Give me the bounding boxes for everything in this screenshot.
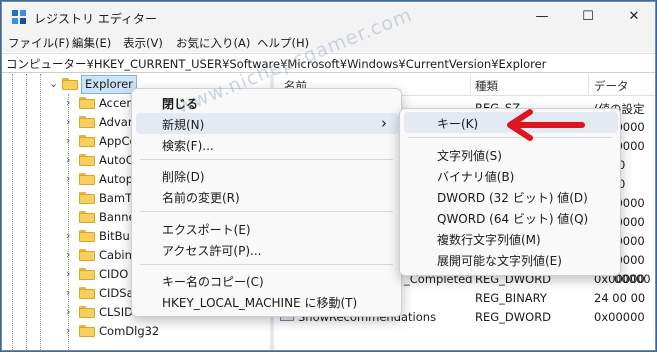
chevron-right-icon[interactable]: › <box>66 134 70 147</box>
tree-item[interactable]: › ComDlg32 <box>2 322 270 341</box>
menu-favorites[interactable]: お気に入り(A) <box>176 35 250 51</box>
tree-item-label[interactable]: CIDO <box>99 267 128 281</box>
column-divider[interactable] <box>588 74 589 96</box>
menu-item-label: QWORD (64 ビット) 値(Q) <box>437 212 589 226</box>
tree-item-label[interactable]: BitBu <box>99 229 130 243</box>
menu-item-delete[interactable]: 削除(D) <box>132 165 401 186</box>
tree-item-label[interactable]: ComDlg32 <box>99 324 159 338</box>
menu-item-label: 新規(N) <box>162 118 205 132</box>
row-data: 24 00 00 <box>594 291 646 305</box>
folder-icon <box>79 306 95 318</box>
submenu-item-string[interactable]: 文字列値(S) <box>400 144 620 165</box>
folder-icon <box>79 173 95 185</box>
submenu-item-qword[interactable]: QWORD (64 ビット) 値(Q) <box>400 207 620 228</box>
folder-icon <box>79 230 95 242</box>
tree-item-label[interactable]: CIDSa <box>99 286 134 300</box>
submenu-item-dword[interactable]: DWORD (32 ビット) 値(D) <box>400 186 620 207</box>
menu-item-label: 展開可能な文字列値(E) <box>437 254 562 268</box>
column-divider[interactable] <box>470 74 471 96</box>
row-type: REG_DWORD <box>475 310 552 324</box>
menu-edit[interactable]: 編集(E) <box>72 35 111 51</box>
menu-item-label: 閉じる <box>162 97 199 111</box>
menu-separator <box>140 264 393 265</box>
tree-item-label[interactable]: Accen <box>99 96 134 110</box>
tree-item-label[interactable]: BamT <box>99 191 132 205</box>
maximize-button[interactable]: ☐ <box>565 2 611 32</box>
chevron-right-icon[interactable]: › <box>66 267 70 280</box>
menu-item-label: 複数行文字列値(M) <box>437 233 541 247</box>
chevron-right-icon[interactable]: › <box>66 286 70 299</box>
context-menu: 閉じる 新規(N) › 検索(F)... 削除(D) 名前の変更(R) エクスポ… <box>131 88 402 317</box>
tree-item-label[interactable]: Advan <box>99 115 135 129</box>
menu-item-label: アクセス許可(P)... <box>162 244 262 258</box>
window-title: レジストリ エディター <box>34 12 157 26</box>
menu-item-permissions[interactable]: アクセス許可(P)... <box>132 239 401 260</box>
folder-icon <box>79 135 95 147</box>
tree-item-label[interactable]: Autop <box>99 172 133 186</box>
folder-icon <box>79 268 95 280</box>
menu-item-new[interactable]: 新規(N) › <box>136 113 399 134</box>
menu-item-export[interactable]: エクスポート(E) <box>132 218 401 239</box>
folder-icon <box>79 154 95 166</box>
menu-help[interactable]: ヘルプ(H) <box>257 35 309 51</box>
chevron-right-icon[interactable]: › <box>66 324 70 337</box>
menu-item-label: エクスポート(E) <box>162 223 251 237</box>
menu-item-label: 検索(F)... <box>162 139 214 153</box>
menu-separator <box>140 211 393 212</box>
menu-item-label: バイナリ値(B) <box>437 170 515 184</box>
submenu-item-binary[interactable]: バイナリ値(B) <box>400 165 620 186</box>
menu-item-label: 文字列値(S) <box>437 149 502 163</box>
menu-item-rename[interactable]: 名前の変更(R) <box>132 186 401 207</box>
chevron-right-icon[interactable]: › <box>66 172 70 185</box>
title-bar: レジストリ エディター — ☐ ✕ <box>2 2 655 32</box>
row-type: REG_BINARY <box>475 291 547 305</box>
chevron-right-icon[interactable]: › <box>66 115 70 128</box>
address-path[interactable]: コンピューター¥HKEY_CURRENT_USER¥Software¥Micro… <box>6 56 546 72</box>
menu-item-goto-hklm[interactable]: HKEY_LOCAL_MACHINE に移動(T) <box>132 291 401 312</box>
red-arrow-annotation <box>507 109 585 141</box>
menu-item-label: キー(K) <box>437 117 479 131</box>
menu-bar: ファイル(F) 編集(E) 表示(V) お気に入り(A) ヘルプ(H) <box>2 32 655 52</box>
menu-item-label: 削除(D) <box>162 170 205 184</box>
folder-icon <box>79 97 95 109</box>
menu-item-label: キー名のコピー(C) <box>162 275 264 289</box>
folder-icon <box>79 211 95 223</box>
menu-item-label: DWORD (32 ビット) 値(D) <box>437 191 588 205</box>
row-data: 0x00000 <box>594 310 645 324</box>
folder-icon <box>79 192 95 204</box>
address-bar[interactable]: コンピューター¥HKEY_CURRENT_USER¥Software¥Micro… <box>2 53 655 73</box>
submenu-item-expandable-string[interactable]: 展開可能な文字列値(E) <box>400 249 620 270</box>
chevron-right-icon[interactable]: › <box>66 96 70 109</box>
menu-item-copy-key-name[interactable]: キー名のコピー(C) <box>132 270 401 291</box>
chevron-right-icon[interactable]: › <box>66 305 70 318</box>
tree-item-label[interactable]: Explorer <box>81 75 137 94</box>
chevron-right-icon[interactable]: › <box>66 248 70 261</box>
chevron-right-icon[interactable]: › <box>66 229 70 242</box>
tree-item-label[interactable]: CLSID <box>99 305 133 319</box>
menu-separator <box>140 159 393 160</box>
submenu-item-multi-string[interactable]: 複数行文字列値(M) <box>400 228 620 249</box>
menu-item-collapse[interactable]: 閉じる <box>132 92 401 113</box>
registry-editor-window: レジストリ エディター — ☐ ✕ ファイル(F) 編集(E) 表示(V) お気… <box>1 1 656 351</box>
menu-item-find[interactable]: 検索(F)... <box>132 134 401 155</box>
tree-item-label[interactable]: Cabin <box>99 248 132 262</box>
column-data-header[interactable]: データ <box>594 78 629 94</box>
chevron-down-icon[interactable]: ⌄ <box>49 77 58 90</box>
minimize-button[interactable]: — <box>519 2 565 32</box>
menu-view[interactable]: 表示(V) <box>123 35 163 51</box>
menu-item-label: HKEY_LOCAL_MACHINE に移動(T) <box>162 296 358 310</box>
folder-icon <box>79 325 95 337</box>
folder-icon <box>79 116 95 128</box>
folder-open-icon <box>62 78 78 90</box>
folder-icon <box>79 287 95 299</box>
tree-item-label[interactable]: AutoC <box>99 153 134 167</box>
close-button[interactable]: ✕ <box>611 2 655 32</box>
folder-icon <box>79 249 95 261</box>
registry-editor-icon <box>12 10 26 24</box>
menu-file[interactable]: ファイル(F) <box>8 35 70 51</box>
chevron-right-icon: › <box>381 114 387 132</box>
menu-item-label: 名前の変更(R) <box>162 191 240 205</box>
column-type-header[interactable]: 種類 <box>475 78 498 94</box>
chevron-right-icon[interactable]: › <box>66 153 70 166</box>
